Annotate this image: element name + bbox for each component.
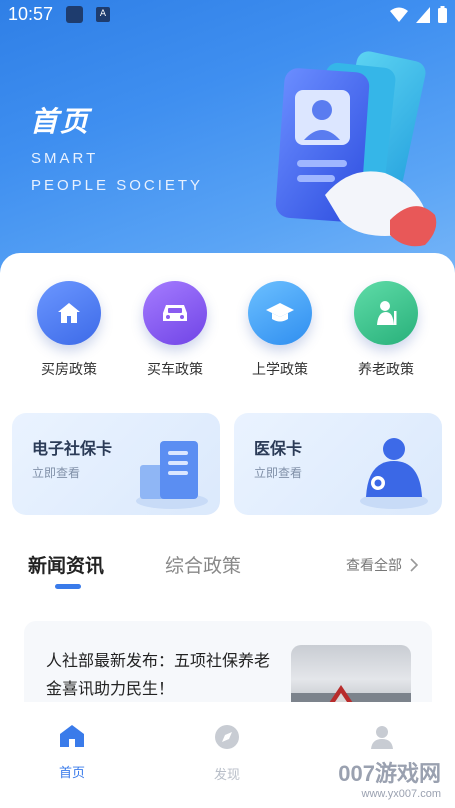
signal-icon — [416, 6, 430, 23]
status-time: 10:57 — [8, 4, 54, 24]
category-label: 买房政策 — [41, 362, 97, 378]
user-icon — [371, 726, 393, 749]
hero-subtitle-line2: PEOPLE SOCIETY — [31, 177, 204, 194]
tab-news[interactable]: 新闻资讯 — [28, 551, 104, 578]
nav-home[interactable]: 首页 — [32, 724, 112, 781]
graduation-cap-icon — [248, 281, 312, 345]
card-subtitle: 立即查看 — [254, 466, 303, 480]
card-title: 医保卡 — [254, 439, 303, 458]
compass-icon — [215, 725, 239, 749]
category-school-policy[interactable]: 上学政策 — [230, 281, 330, 379]
notification-icon — [66, 6, 83, 23]
chevron-right-icon — [410, 558, 418, 572]
category-label: 买车政策 — [147, 362, 203, 378]
view-all-label: 查看全部 — [346, 558, 402, 574]
nav-discover-label: 发现 — [213, 768, 240, 783]
nav-home-label: 首页 — [58, 766, 85, 781]
news-tabs: 新闻资讯 综合政策 查看全部 — [0, 551, 455, 591]
watermark-main: 007游戏网 — [338, 761, 441, 786]
status-icons — [390, 6, 447, 23]
medical-insurance-card[interactable]: 医保卡 立即查看 — [234, 413, 442, 515]
hero-subtitle-line1: SMART — [31, 150, 99, 167]
battery-icon — [438, 6, 447, 23]
news-title: 人社部最新发布：五项社保养老金喜讯助力民生！ — [46, 651, 271, 698]
car-icon — [143, 281, 207, 345]
building-icon — [136, 441, 208, 509]
status-bar: 10:57 A — [0, 0, 455, 30]
app-badge-icon: A — [96, 7, 110, 22]
nav-discover[interactable]: 发现 — [187, 724, 267, 783]
category-elderly-policy[interactable]: 养老政策 — [336, 281, 436, 379]
card-title: 电子社保卡 — [32, 439, 113, 458]
tab-policies[interactable]: 综合政策 — [165, 551, 241, 578]
tab-indicator — [55, 584, 81, 589]
service-cards: 电子社保卡 立即查看 医保卡 立即查看 — [12, 413, 442, 515]
elderly-icon — [354, 281, 418, 345]
category-label: 养老政策 — [358, 362, 414, 378]
category-grid: 买房政策 买车政策 上学政策 养老政策 — [0, 281, 455, 391]
page-title: 首页 — [30, 105, 91, 138]
card-subtitle: 立即查看 — [32, 466, 81, 480]
category-house-policy[interactable]: 买房政策 — [19, 281, 119, 379]
wifi-icon — [390, 7, 408, 22]
watermark: 007游戏网 www.yx007.com — [338, 756, 441, 800]
watermark-url: www.yx007.com — [361, 788, 441, 800]
id-card-hand-illustration — [275, 51, 437, 247]
category-car-policy[interactable]: 买车政策 — [125, 281, 225, 379]
medical-bell-icon — [360, 438, 428, 509]
view-all-link[interactable]: 查看全部 — [346, 555, 418, 575]
social-security-card[interactable]: 电子社保卡 立即查看 — [12, 413, 220, 515]
house-icon — [37, 281, 101, 345]
category-label: 上学政策 — [252, 362, 308, 378]
home-icon — [60, 725, 84, 747]
